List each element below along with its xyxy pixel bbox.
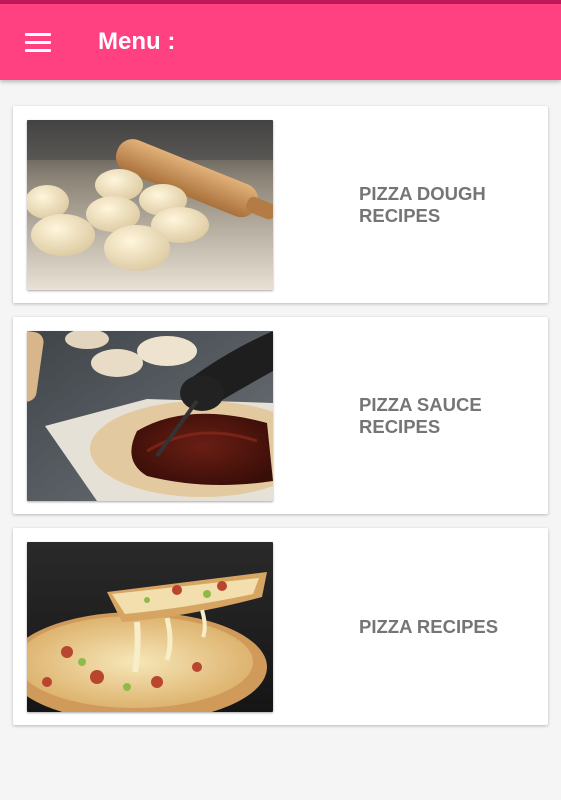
menu-card-pizza-recipes[interactable]: PIZZA RECIPES: [13, 528, 548, 725]
hamburger-menu-icon: [25, 32, 51, 52]
pizza-recipes-image: [27, 541, 273, 712]
pizza-dough-image: [27, 119, 273, 290]
pizza-sauce-image: [27, 330, 273, 501]
menu-card-label: PIZZA DOUGH RECIPES: [359, 182, 486, 226]
page-title: Menu :: [98, 28, 176, 55]
menu-list: PIZZA DOUGH RECIPES PIZZA SAUCE RECIPES …: [0, 80, 561, 725]
app-bar: Menu :: [0, 4, 561, 80]
menu-card-pizza-sauce[interactable]: PIZZA SAUCE RECIPES: [13, 317, 548, 514]
menu-card-pizza-dough[interactable]: PIZZA DOUGH RECIPES: [13, 106, 548, 303]
menu-card-label: PIZZA SAUCE RECIPES: [359, 393, 482, 437]
menu-button[interactable]: [18, 22, 58, 62]
menu-card-label: PIZZA RECIPES: [359, 615, 499, 637]
